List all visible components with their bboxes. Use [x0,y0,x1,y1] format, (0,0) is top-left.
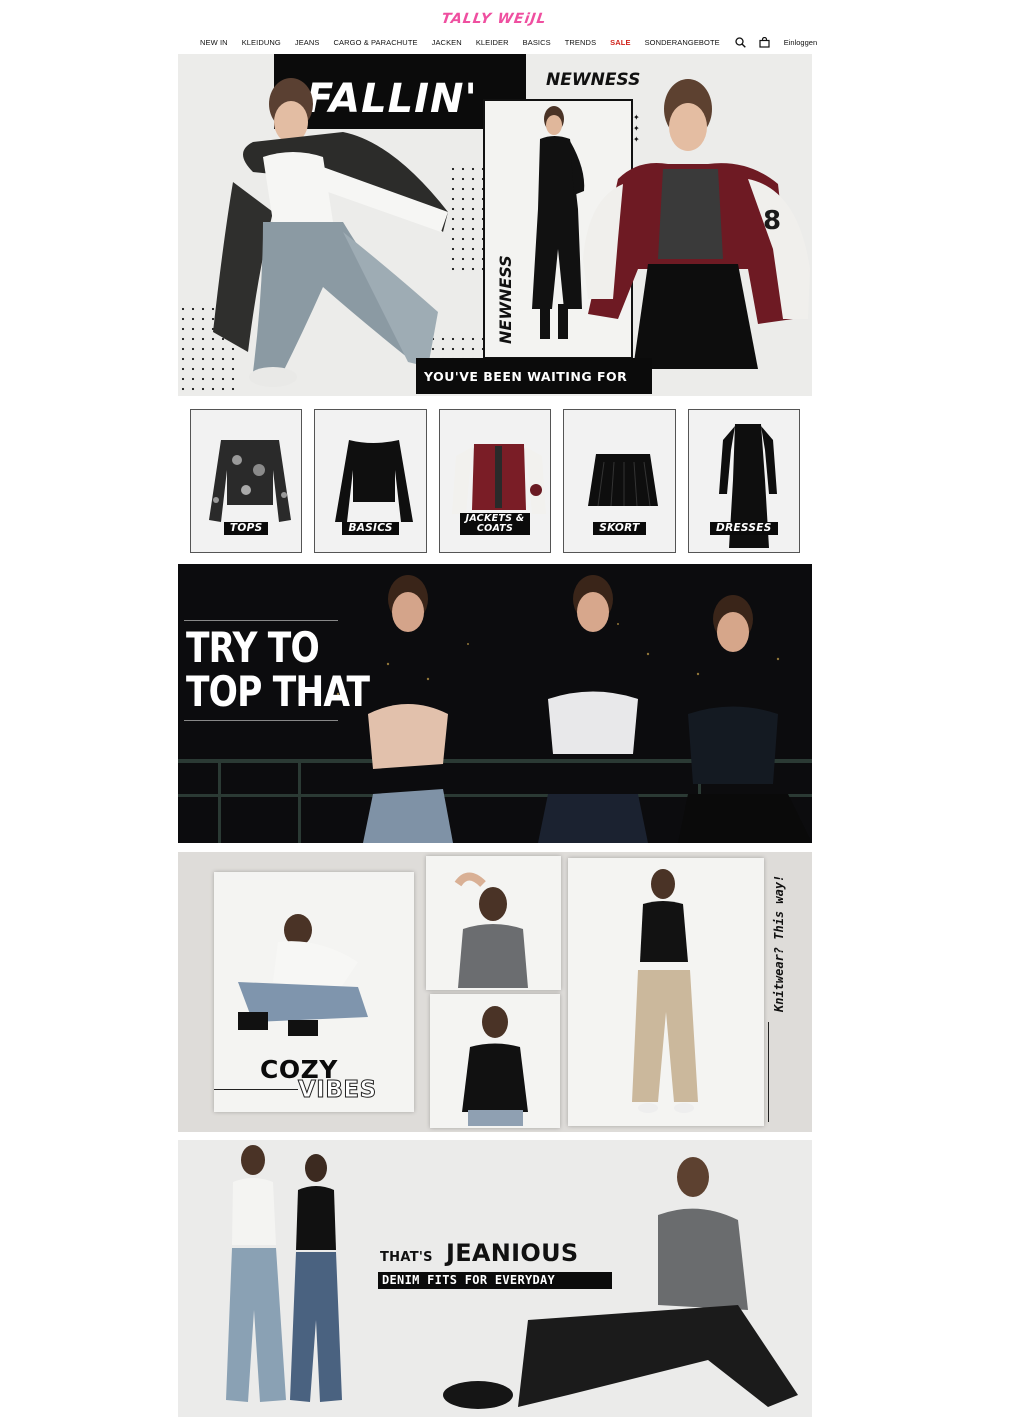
banner-title: TRY TO TOP THAT [186,623,370,716]
brand-logo[interactable]: TALLY WEiJL [423,11,565,27]
nav-new-in[interactable]: NEW IN [200,38,228,47]
banner-try-to-top-that[interactable]: TRY TO TOP THAT [178,564,812,843]
knitwear-link-text[interactable]: Knitwear? This way! [772,875,786,1012]
nav-kleidung[interactable]: KLEIDUNG [242,38,281,47]
hero-newness-vertical: NEWNESS [496,255,515,344]
nav-basics[interactable]: BASICS [523,38,551,47]
banner-subtitle: VIBES [298,1077,377,1104]
main-nav: NEW IN KLEIDUNG JEANS CARGO & PARACHUTE … [200,35,817,49]
nav-sale[interactable]: SALE [610,38,630,47]
hero-cta-text: YOU'VE BEEN WAITING FOR [424,369,628,384]
model-sitting-photo [238,914,368,1036]
category-basics[interactable]: BASICS [314,409,427,553]
nav-trends[interactable]: TRENDS [565,38,596,47]
model-lounging-photo [443,1157,798,1409]
category-label: TOPS [223,522,269,535]
svg-text:8: 8 [763,206,781,236]
category-label: JACKETS & COATS [460,513,530,535]
category-label: BASICS [342,522,399,535]
search-icon[interactable] [734,35,748,49]
nav-jeans[interactable]: JEANS [295,38,320,47]
category-jackets-coats[interactable]: JACKETS & COATS [438,409,552,553]
title-rule [184,620,338,621]
nav-kleider[interactable]: KLEIDER [476,38,509,47]
banner-cozy-vibes[interactable]: COZY VIBES Knitwear? This way! [178,852,812,1132]
category-tops[interactable]: TOPS [190,409,303,553]
title-rule [184,720,338,721]
model-photo-left [213,78,448,387]
bag-icon[interactable] [758,35,772,49]
model-grey-knit-photo [454,872,528,988]
title-rule [214,1089,298,1090]
banner-jeanious[interactable]: THAT'S JEANIOUS DENIM FITS FOR EVERYDAY [178,1140,812,1417]
category-dresses[interactable]: DRESSES [687,409,801,553]
category-label: DRESSES [710,522,778,535]
models-photo [363,575,812,843]
nav-sonderangebote[interactable]: SONDERANGEBOTE [645,38,720,47]
model-black-knit-photo [462,1006,528,1126]
model-cargo-photo [632,869,698,1113]
side-rule [768,1022,769,1122]
hero-banner-fallin[interactable]: FALLIN' NEWNESS ✦ ✦ ✦ 8 NEWNESS YOU'VE BEE… [178,54,812,396]
login-link[interactable]: Einloggen [784,38,817,47]
nav-cargo-parachute[interactable]: CARGO & PARACHUTE [334,38,418,47]
model-photo-right: 8 [583,79,810,369]
nav-jacken[interactable]: JACKEN [432,38,462,47]
category-label: SKORT [593,522,646,535]
models-denim-left-photo [226,1145,342,1402]
category-skort[interactable]: SKORT [563,409,676,553]
category-tiles: TOPS BASICS JACKETS & COATS SKORT DRESSES [190,409,801,553]
